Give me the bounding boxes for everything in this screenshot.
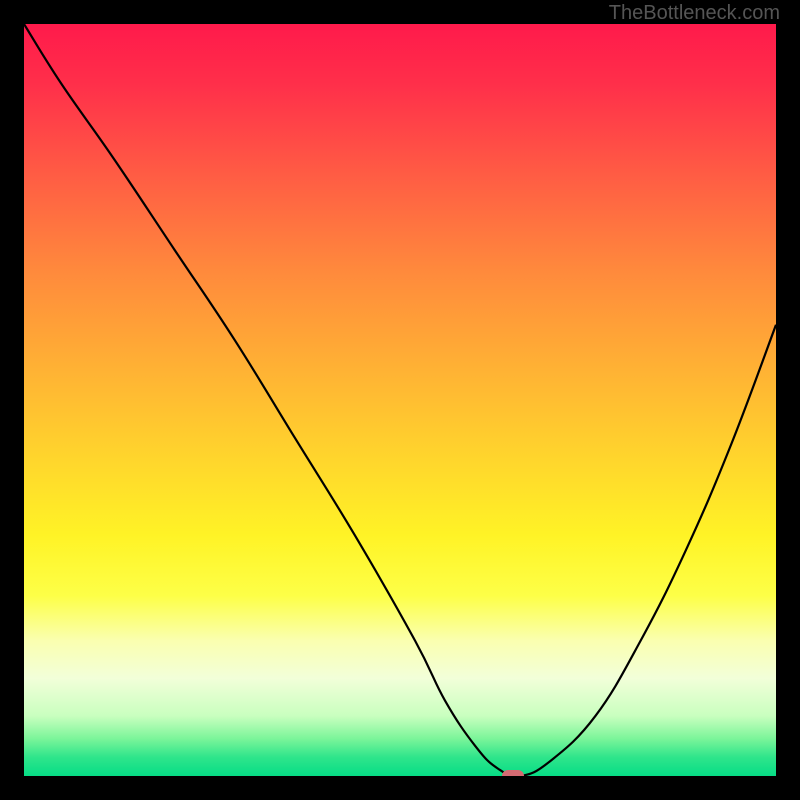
curve-path (24, 24, 776, 776)
bottleneck-curve (24, 24, 776, 776)
optimal-marker (502, 770, 524, 776)
watermark-text: TheBottleneck.com (609, 2, 780, 25)
plot-area (24, 24, 776, 776)
